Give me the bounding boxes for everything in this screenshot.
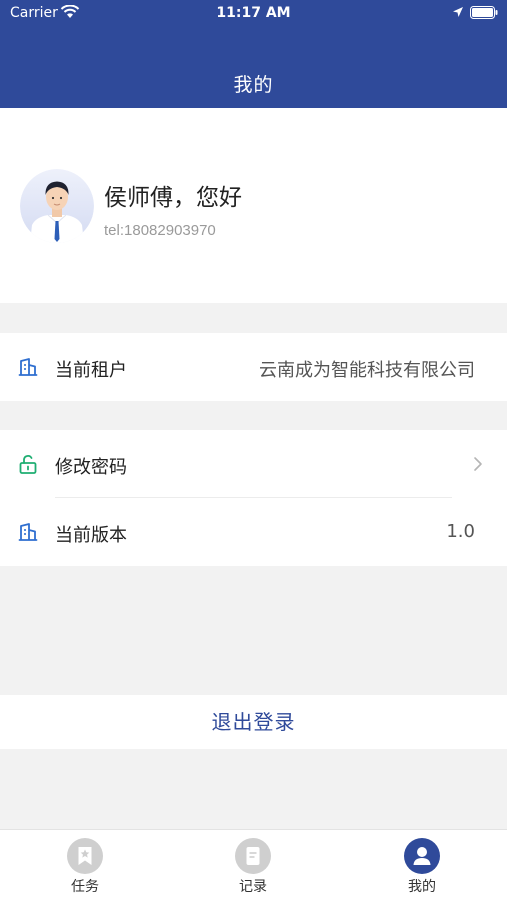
bottom-tab-bar: 任务 记录 我的: [0, 829, 507, 900]
tab-mine-label: 我的: [408, 879, 436, 895]
version-label: 当前版本: [55, 525, 127, 546]
record-document-icon: [235, 838, 271, 874]
battery-icon: [470, 6, 498, 19]
status-time: 11:17 AM: [216, 5, 291, 21]
logout-button[interactable]: 退出登录: [0, 695, 507, 749]
tab-records-label: 记录: [239, 879, 267, 895]
person-icon: [404, 838, 440, 874]
tab-tasks-label: 任务: [71, 879, 99, 895]
tenant-row[interactable]: 当前租户 云南成为智能科技有限公司: [0, 333, 507, 401]
unlock-icon: [19, 455, 37, 474]
tab-mine[interactable]: 我的: [382, 838, 462, 898]
version-row: 当前版本 1.0: [0, 498, 507, 566]
chevron-right-icon: [474, 457, 482, 471]
tab-records[interactable]: 记录: [213, 838, 293, 898]
header-bar: Carrier 11:17 AM 我的: [0, 0, 507, 108]
tab-tasks[interactable]: 任务: [45, 838, 125, 898]
greeting-text: 侯师傅，您好: [104, 185, 242, 211]
profile-card: 侯师傅，您好 tel:18082903970: [0, 108, 507, 303]
version-value: 1.0: [446, 521, 475, 542]
status-bar: Carrier 11:17 AM: [0, 0, 507, 30]
tenant-card: 当前租户 云南成为智能科技有限公司: [0, 333, 507, 401]
change-password-label: 修改密码: [55, 457, 127, 478]
tenant-value: 云南成为智能科技有限公司: [259, 360, 475, 381]
change-password-row[interactable]: 修改密码: [0, 430, 507, 498]
building-icon: [18, 523, 38, 541]
page-title: 我的: [233, 74, 274, 96]
phone-number: tel:18082903970: [104, 222, 216, 239]
settings-card: 修改密码 当前版本 1.0: [0, 430, 507, 566]
building-icon: [18, 358, 38, 376]
tenant-label: 当前租户: [55, 360, 127, 381]
location-arrow-icon: [453, 7, 463, 17]
my-profile-screen: Carrier 11:17 AM 我的 侯师傅，您好 tel:180829039…: [0, 0, 507, 900]
task-bookmark-icon: [67, 838, 103, 874]
avatar[interactable]: [20, 169, 94, 243]
user-avatar-icon: [20, 169, 94, 243]
